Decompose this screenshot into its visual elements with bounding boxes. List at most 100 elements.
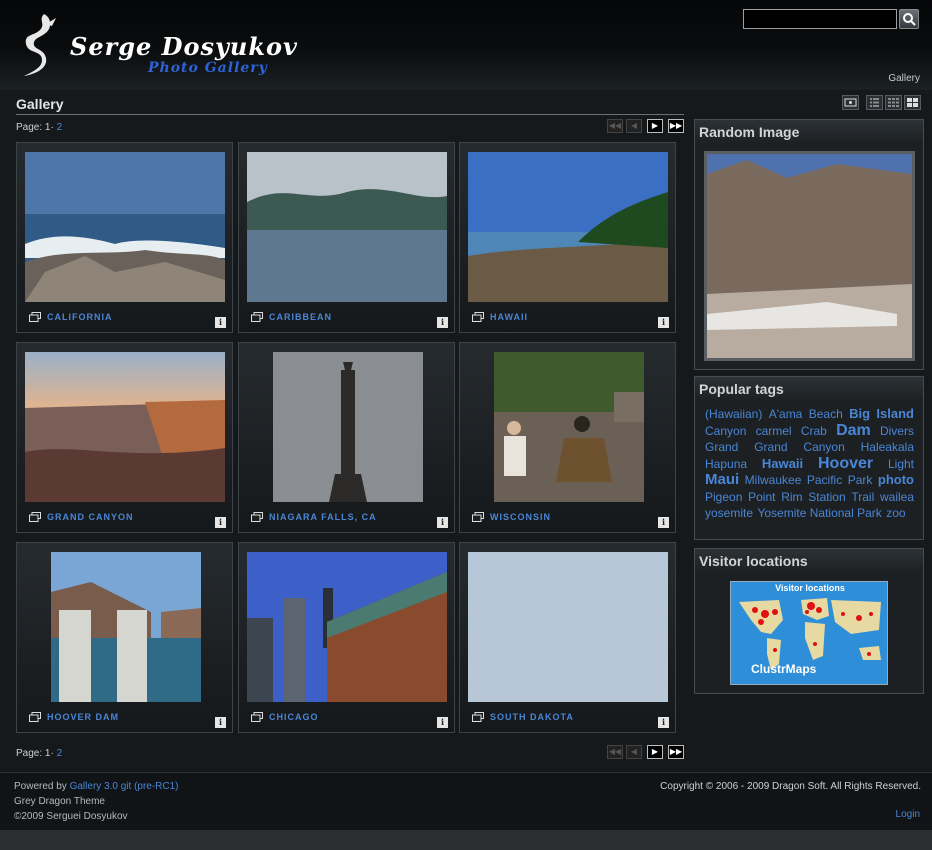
author-copyright: ©2009 Serguei Dosyukov	[14, 811, 128, 822]
tag-link[interactable]: Canyon	[705, 424, 746, 438]
album-tile[interactable]: WISCONSIN i	[459, 342, 676, 533]
album-thumbnail[interactable]	[25, 152, 225, 302]
pager-next-page[interactable]: 2	[57, 122, 63, 133]
breadcrumb[interactable]: Gallery	[888, 73, 920, 84]
slideshow-button[interactable]	[842, 95, 859, 110]
album-thumbnail[interactable]	[247, 152, 447, 302]
tag-link[interactable]: Divers	[880, 424, 914, 438]
album-thumbnail[interactable]	[468, 152, 668, 302]
info-icon[interactable]: i	[658, 317, 669, 328]
tag-link[interactable]: Yosemite National Park	[757, 506, 881, 520]
tag-link[interactable]: Big	[849, 406, 870, 421]
album-thumbnail[interactable]	[273, 352, 423, 502]
tag-link[interactable]: Park	[848, 473, 873, 487]
album-title[interactable]: HOOVER DAM	[47, 712, 119, 722]
tag-link[interactable]: Maui	[705, 471, 739, 488]
random-image[interactable]	[704, 151, 915, 361]
album-tile[interactable]: CHICAGO i	[238, 542, 455, 733]
gallery-link[interactable]: Gallery 3.0 git (pre-RC1)	[70, 781, 179, 792]
tag-link[interactable]: Hoover	[818, 455, 873, 472]
tag-link[interactable]: Rim	[781, 490, 802, 504]
prev-page-button[interactable]: ◀	[626, 119, 642, 133]
album-tile[interactable]: CALIFORNIA i	[16, 142, 233, 333]
tag-link[interactable]: wailea	[880, 490, 914, 504]
album-tile[interactable]: NIAGARA FALLS, CA i	[238, 342, 455, 533]
album-thumbnail[interactable]	[247, 552, 447, 702]
info-icon[interactable]: i	[658, 717, 669, 728]
album-thumbnail[interactable]	[494, 352, 644, 502]
info-icon[interactable]: i	[215, 717, 226, 728]
album-thumbnail[interactable]	[25, 352, 225, 502]
tag-link[interactable]: yosemite	[705, 506, 753, 520]
tag-link[interactable]: Pigeon	[705, 490, 742, 504]
tag-link[interactable]: Hapuna	[705, 457, 747, 471]
prev-page-icon: ◀	[630, 747, 638, 756]
tag-link[interactable]: (Hawaiian)	[705, 407, 762, 421]
tag-link[interactable]: Point	[748, 490, 775, 504]
tag-link[interactable]: photo	[878, 472, 914, 487]
search-input[interactable]	[743, 9, 897, 29]
album-title[interactable]: CARIBBEAN	[269, 312, 332, 322]
next-page-button[interactable]: ▶	[647, 119, 663, 133]
tag-link[interactable]: Canyon	[803, 440, 844, 454]
last-page-button[interactable]: ▶▶	[668, 119, 684, 133]
tag-link[interactable]: Hawaii	[762, 456, 803, 471]
album-tile[interactable]: HAWAII i	[459, 142, 676, 333]
logo-subtitle[interactable]: Photo Gallery	[148, 60, 268, 76]
album-title[interactable]: NIAGARA FALLS, CA	[269, 512, 377, 522]
tag-link[interactable]: Haleakala	[861, 440, 914, 454]
pager-next-page[interactable]: 2	[57, 748, 63, 759]
info-icon[interactable]: i	[437, 717, 448, 728]
search-button[interactable]	[899, 9, 919, 29]
album-tile[interactable]: HOOVER DAM i	[16, 542, 233, 733]
visitor-locations-block: Visitor locations Visitor locations Clus…	[694, 548, 924, 694]
info-icon[interactable]: i	[215, 317, 226, 328]
slideshow-icon	[844, 98, 857, 107]
album-title[interactable]: SOUTH DAKOTA	[490, 712, 574, 722]
pager-separator: ·	[50, 122, 54, 133]
tag-link[interactable]: zoo	[886, 506, 905, 520]
album-title[interactable]: HAWAII	[490, 312, 528, 322]
login-link[interactable]: Login	[896, 809, 920, 820]
logo-title[interactable]: Serge Dosyukov	[70, 32, 298, 61]
album-tile[interactable]: CARIBBEAN i	[238, 142, 455, 333]
prev-page-button[interactable]: ◀	[626, 745, 642, 759]
tag-link[interactable]: Station	[808, 490, 845, 504]
block-title: Visitor locations	[695, 549, 923, 573]
tag-link[interactable]: Beach	[809, 407, 843, 421]
tag-link[interactable]: Pacific	[807, 473, 842, 487]
info-icon[interactable]: i	[437, 517, 448, 528]
info-icon[interactable]: i	[658, 517, 669, 528]
grid-view-button[interactable]	[885, 95, 902, 110]
album-title[interactable]: WISCONSIN	[490, 512, 551, 522]
tag-link[interactable]: A'ama	[769, 407, 803, 421]
tag-link[interactable]: Grand	[705, 440, 738, 454]
album-title[interactable]: CHICAGO	[269, 712, 319, 722]
info-icon[interactable]: i	[215, 517, 226, 528]
tag-link[interactable]: Light	[888, 457, 914, 471]
list-view-button[interactable]	[866, 95, 883, 110]
album-title[interactable]: CALIFORNIA	[47, 312, 113, 322]
album-tile[interactable]: GRAND CANYON i	[16, 342, 233, 533]
visitor-map[interactable]: Visitor locations ClustrMaps	[730, 581, 888, 685]
powered-by: Powered by Gallery 3.0 git (pre-RC1)	[14, 781, 179, 792]
tag-link[interactable]: Crab	[801, 424, 827, 438]
first-page-button[interactable]: ◀◀	[607, 119, 623, 133]
tag-link[interactable]: Dam	[836, 422, 871, 439]
first-page-button[interactable]: ◀◀	[607, 745, 623, 759]
tag-link[interactable]: Milwaukee	[745, 473, 802, 487]
large-grid-view-button[interactable]	[904, 95, 921, 110]
next-page-button[interactable]: ▶	[647, 745, 663, 759]
last-page-button[interactable]: ▶▶	[668, 745, 684, 759]
album-thumbnail[interactable]	[51, 552, 201, 702]
tag-link[interactable]: Island	[876, 406, 914, 421]
pager-label: Page:	[16, 748, 43, 759]
tag-link[interactable]: carmel	[756, 424, 792, 438]
album-thumbnail[interactable]	[468, 552, 668, 702]
info-icon[interactable]: i	[437, 317, 448, 328]
album-title[interactable]: GRAND CANYON	[47, 512, 134, 522]
album-tile[interactable]: SOUTH DAKOTA i	[459, 542, 676, 733]
tag-link[interactable]: Trail	[851, 490, 874, 504]
tag-link[interactable]: Grand	[754, 440, 787, 454]
block-title: Popular tags	[695, 377, 923, 401]
